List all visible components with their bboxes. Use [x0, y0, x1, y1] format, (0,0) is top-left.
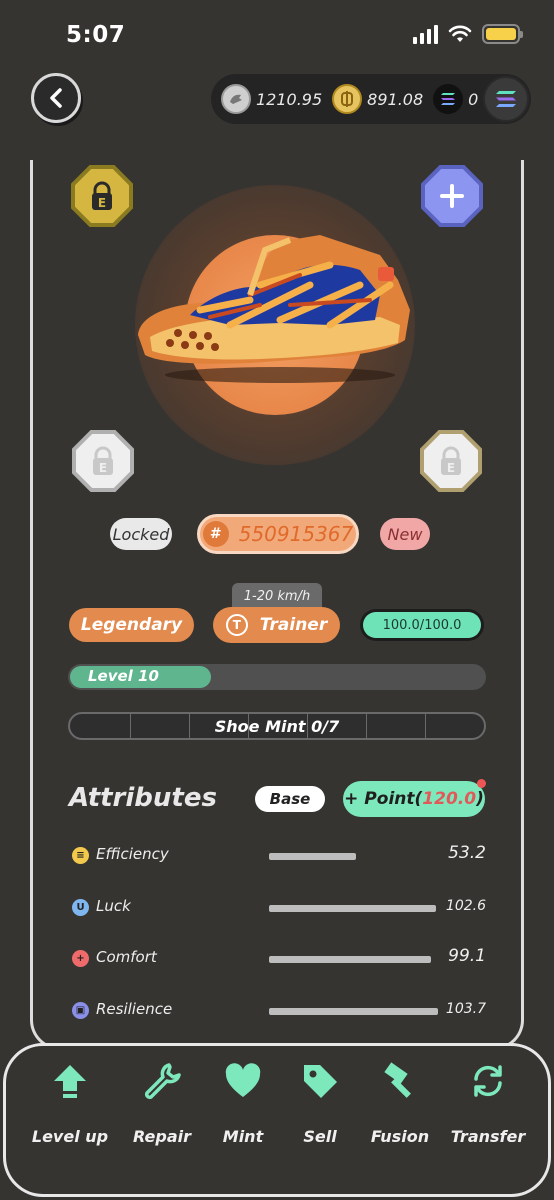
hammer-icon — [384, 1062, 411, 1098]
sol-balance: 0 — [468, 89, 479, 109]
action-label: Sell — [303, 1127, 337, 1146]
lock-icon: E — [441, 446, 461, 475]
svg-text:E: E — [99, 461, 107, 475]
add-point-button[interactable]: + Point(120.0) — [343, 781, 485, 817]
shoe-type-badge: T Trainer — [213, 607, 340, 643]
sol-wallet-button[interactable] — [483, 76, 529, 122]
action-label: Repair — [133, 1127, 191, 1146]
status-time: 5:07 — [66, 22, 126, 48]
hash-icon: # — [202, 521, 229, 547]
shoe-mint-label: Shoe Mint 0/7 — [214, 717, 340, 736]
trainer-icon: T — [225, 614, 248, 636]
durability-value: 100.0/100.0 — [363, 612, 481, 638]
wifi-icon — [448, 25, 472, 42]
signal-icon — [413, 24, 438, 44]
status-icons — [413, 24, 523, 44]
sell-button[interactable]: Sell — [280, 1061, 360, 1146]
luck-icon: U — [72, 899, 89, 916]
level-progress-bar: Level 10 — [68, 664, 486, 690]
transfer-icon — [474, 1065, 502, 1097]
level-up-button[interactable]: Level up — [30, 1061, 110, 1146]
gst-coin-icon — [221, 84, 251, 114]
attribute-value: 103.7 — [445, 1001, 486, 1017]
lock-icon: E — [92, 181, 112, 210]
attribute-row-resilience: ▣ Resilience 103.7 — [70, 996, 490, 1026]
tag-icon — [304, 1065, 337, 1098]
fusion-button[interactable]: Fusion — [360, 1061, 440, 1146]
comfort-icon: + — [72, 950, 89, 967]
attribute-bar — [269, 853, 356, 860]
lock-icon: E — [93, 446, 113, 475]
attribute-name: Comfort — [96, 948, 157, 966]
back-button[interactable] — [31, 73, 81, 123]
sneaker-image — [138, 235, 410, 383]
attribute-row-efficiency: ≡ Efficiency 53.2 — [70, 841, 490, 871]
shoe-mint-progress: Shoe Mint 0/7 — [68, 712, 486, 740]
gmt-balance: 891.08 — [367, 89, 424, 109]
speed-range-label: 1-20 km/h — [232, 583, 322, 609]
resilience-icon: ▣ — [72, 1002, 89, 1019]
sneaker-id-badge[interactable]: # 550915367 — [197, 514, 359, 554]
notification-dot — [477, 779, 486, 788]
mint-button[interactable]: Mint — [203, 1061, 283, 1146]
transfer-button[interactable]: Transfer — [448, 1061, 528, 1146]
locked-badge: Locked — [110, 518, 172, 550]
add-point-label: + Point( — [344, 789, 423, 809]
attribute-bar — [269, 956, 431, 963]
svg-text:E: E — [98, 196, 106, 210]
arrow-up-icon — [54, 1065, 86, 1098]
battery-icon — [482, 24, 523, 44]
action-bar: Level up Repair Mint Sell Fusion Transfe… — [3, 1043, 551, 1197]
svg-text:E: E — [447, 461, 455, 475]
efficiency-icon: ≡ — [72, 847, 89, 864]
plus-icon — [440, 184, 464, 208]
action-label: Level up — [31, 1127, 109, 1146]
attribute-value: 99.1 — [448, 946, 486, 966]
attributes-title: Attributes — [69, 783, 217, 813]
attribute-value: 102.6 — [445, 898, 486, 914]
attribute-bar — [269, 1008, 438, 1015]
attribute-bar — [269, 905, 437, 912]
wrench-icon — [144, 1063, 181, 1100]
attribute-row-luck: U Luck 102.6 — [70, 893, 490, 923]
chevron-left-icon — [50, 88, 62, 108]
level-label: Level 10 — [88, 667, 159, 685]
action-label: Fusion — [370, 1127, 430, 1146]
status-bar: 5:07 — [0, 0, 554, 70]
base-toggle-button[interactable]: Base — [255, 786, 325, 812]
attribute-name: Efficiency — [96, 845, 169, 863]
attribute-row-comfort: + Comfort 99.1 — [70, 944, 490, 974]
attribute-name: Resilience — [96, 1000, 173, 1018]
heart-icon — [225, 1063, 261, 1097]
attribute-value: 53.2 — [448, 843, 486, 863]
locked-gem-slot-top-left[interactable]: E — [71, 165, 133, 227]
repair-button[interactable]: Repair — [122, 1061, 202, 1146]
quality-badge: Legendary — [69, 608, 194, 642]
durability-bar: 100.0/100.0 — [360, 609, 484, 641]
action-label: Mint — [222, 1127, 264, 1146]
gst-balance: 1210.95 — [256, 89, 323, 109]
attribute-name: Luck — [96, 897, 131, 915]
points-available: 120.0 — [422, 789, 477, 809]
sneaker-id: 550915367 — [238, 522, 354, 546]
new-badge: New — [380, 518, 430, 550]
gmt-coin-icon — [332, 84, 363, 114]
shoe-type-label: Trainer — [259, 615, 328, 635]
solana-icon — [496, 91, 516, 107]
add-point-close: ) — [476, 789, 484, 809]
wallet-balances: 1210.95 891.08 0 — [211, 74, 531, 124]
action-label: Transfer — [450, 1127, 526, 1146]
sol-coin-icon — [433, 84, 464, 114]
